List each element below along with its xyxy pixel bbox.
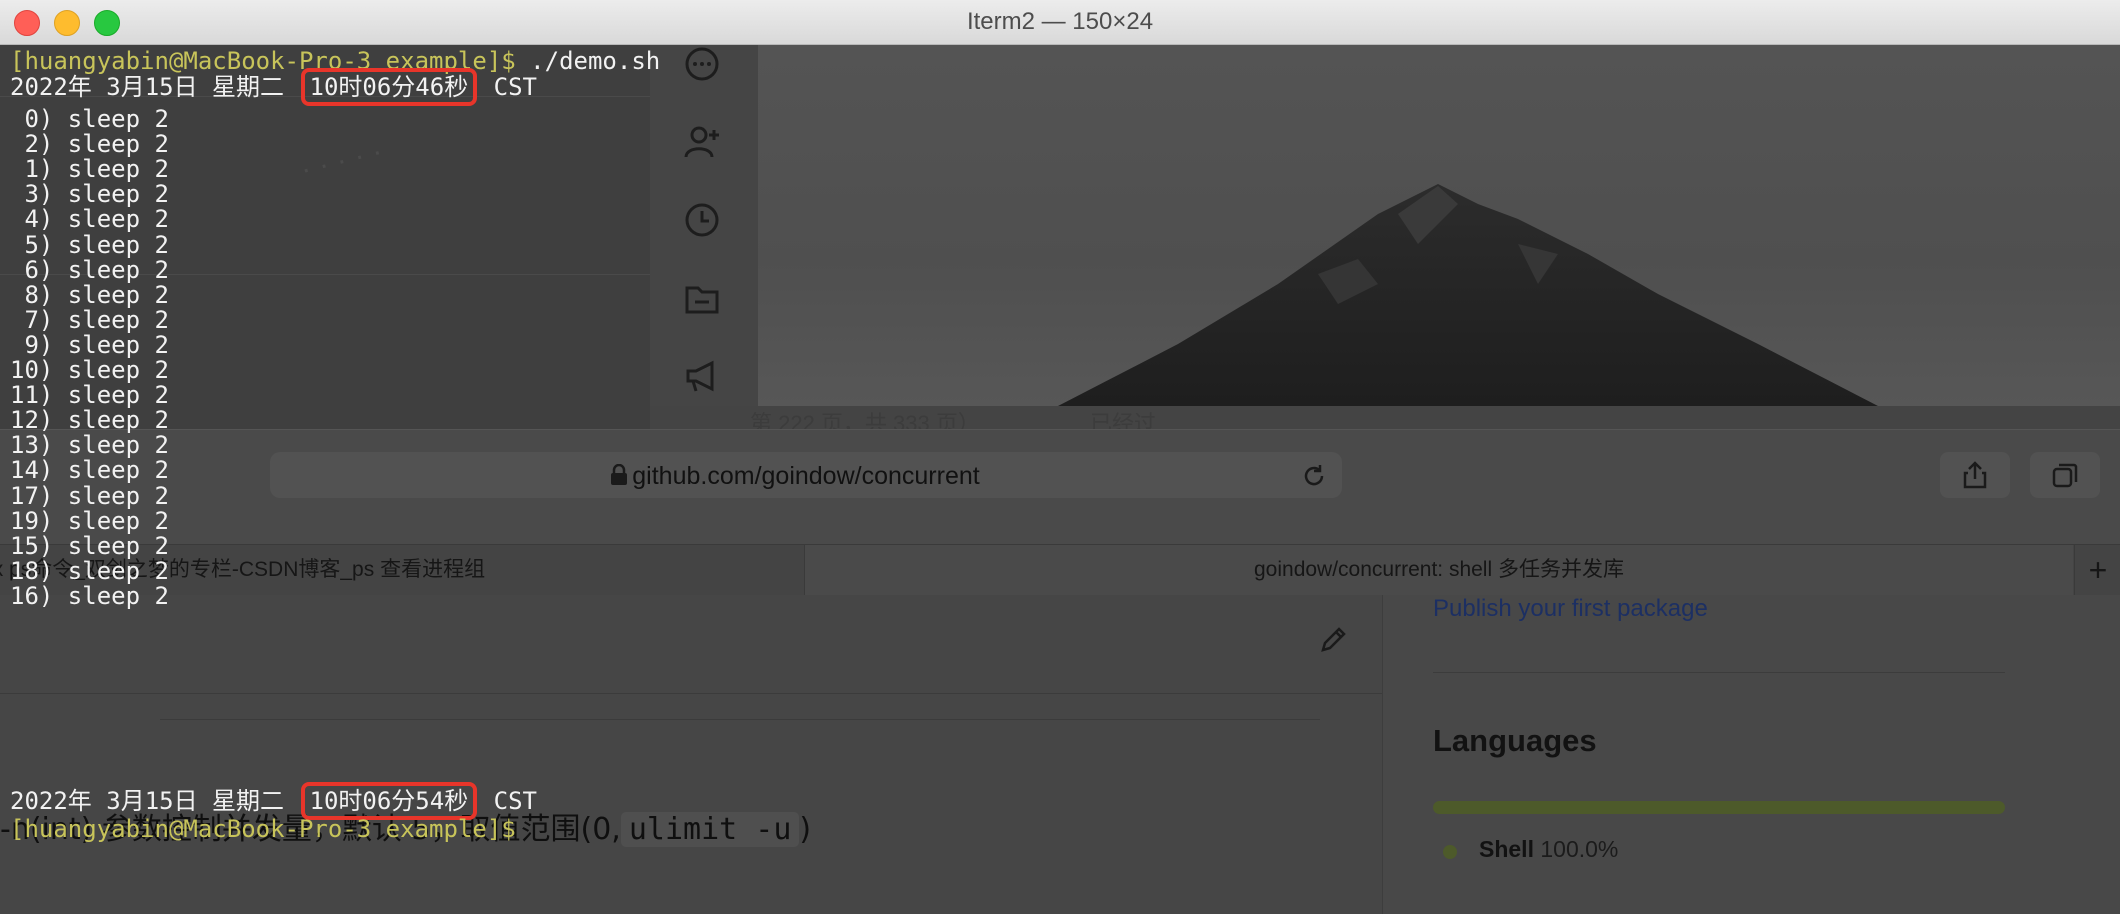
window-title: Iterm2 — 150×24: [966, 8, 1154, 35]
job-line: 16) sleep 2: [10, 581, 169, 610]
window-titlebar: Iterm2 — 150×24: [0, 0, 2120, 45]
end-prompt-line: [huangyabin@MacBook-Pro-3 example]$: [10, 815, 516, 843]
terminal-output[interactable]: [huangyabin@MacBook-Pro-3 example]$ ./de…: [0, 44, 2120, 870]
end-date-line: 2022年 3月15日 星期二 10时06分54秒 CST: [10, 782, 537, 820]
start-time-highlight: 10时06分46秒: [300, 68, 478, 106]
start-date-line: 2022年 3月15日 星期二 10时06分46秒 CST: [10, 68, 537, 106]
